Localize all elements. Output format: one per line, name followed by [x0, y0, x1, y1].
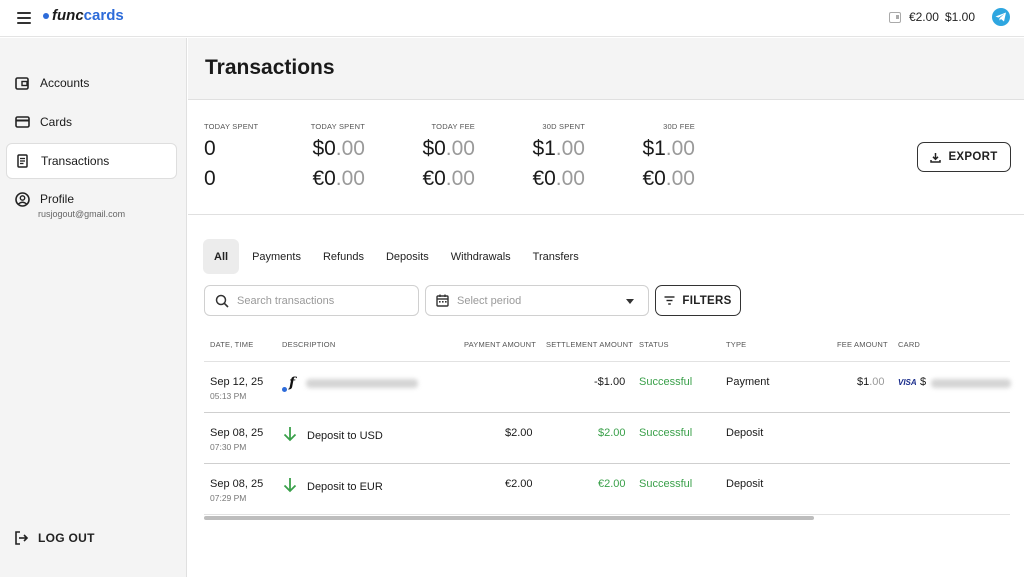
balance-usd: $1.00 — [944, 10, 975, 24]
page-title: Transactions — [205, 56, 335, 79]
row-time: 07:29 PM — [210, 493, 247, 503]
sidebar-item-accounts[interactable]: Accounts — [6, 65, 177, 101]
credit-card-icon — [14, 114, 30, 130]
wallet-icon — [14, 75, 30, 91]
logo[interactable]: funccards — [43, 7, 124, 24]
row-payment-amount: €2.00 — [505, 478, 533, 490]
user-circle-icon — [14, 191, 30, 207]
sidebar-item-label: Profile — [40, 192, 75, 206]
row-date: Sep 08, 25 — [210, 478, 264, 490]
logout-button[interactable]: LOG OUT — [14, 531, 95, 545]
tab-refunds[interactable]: Refunds — [312, 239, 375, 274]
arrow-down-icon — [283, 478, 297, 493]
column-header-status: STATUS — [639, 340, 669, 349]
row-status: Successful — [639, 478, 693, 490]
balance-eur: €2.00 — [908, 10, 939, 24]
search-input[interactable] — [237, 294, 397, 307]
balance-display: €2.00 $1.00 — [888, 10, 975, 24]
period-select[interactable] — [425, 285, 649, 316]
column-header-date: DATE, TIME — [210, 340, 254, 349]
divider — [204, 412, 1010, 413]
row-fee-amount: $1.00 — [857, 376, 885, 388]
logout-label: LOG OUT — [38, 531, 95, 545]
sidebar-item-cards[interactable]: Cards — [6, 104, 177, 140]
row-type: Deposit — [726, 478, 764, 490]
filters-button[interactable]: FILTERS — [655, 285, 741, 316]
arrow-down-icon — [283, 427, 297, 442]
download-icon — [930, 152, 942, 163]
funccards-logo-icon: f — [282, 375, 295, 392]
redacted-description — [306, 379, 418, 388]
telegram-icon[interactable] — [992, 8, 1010, 26]
chevron-down-icon — [626, 299, 634, 304]
divider — [204, 514, 1010, 515]
stat-30d-fee: 30D FEE $1.00 €0.00 — [642, 122, 695, 190]
redacted-card — [931, 379, 1011, 388]
row-type: Deposit — [726, 427, 764, 439]
sidebar: Accounts Cards Transactions Profile rusj… — [0, 38, 187, 577]
search-box — [204, 285, 419, 316]
column-header-fee-amount: FEE AMOUNT — [837, 340, 888, 349]
transaction-tabs: All Payments Refunds Deposits Withdrawal… — [203, 239, 590, 274]
export-button[interactable]: EXPORT — [917, 142, 1011, 172]
row-status: Successful — [639, 376, 693, 388]
visa-icon: VISA — [898, 378, 917, 387]
column-header-description: DESCRIPTION — [282, 340, 336, 349]
sidebar-item-transactions[interactable]: Transactions — [6, 143, 177, 179]
tab-all[interactable]: All — [203, 239, 240, 274]
row-settlement-amount: $2.00 — [598, 427, 626, 439]
tab-withdrawals[interactable]: Withdrawals — [440, 239, 522, 274]
stat-today-fee: TODAY FEE $0.00 €0.00 — [422, 122, 475, 190]
row-card-prefix: $ — [920, 376, 927, 388]
row-type: Payment — [726, 376, 770, 388]
tab-transfers[interactable]: Transfers — [522, 239, 590, 274]
sidebar-item-label: Transactions — [41, 154, 110, 168]
receipt-icon — [15, 153, 31, 169]
row-time: 07:30 PM — [210, 442, 247, 452]
column-header-settlement-amount: SETTLEMENT AMOUNT — [546, 340, 634, 349]
export-label: EXPORT — [948, 151, 998, 163]
menu-icon[interactable] — [17, 12, 31, 24]
horizontal-scrollbar[interactable] — [204, 516, 814, 520]
tab-payments[interactable]: Payments — [241, 239, 312, 274]
column-header-card: CARD — [898, 340, 921, 349]
top-bar: funccards €2.00 $1.00 — [0, 0, 1024, 37]
divider — [204, 361, 1010, 362]
row-time: 05:13 PM — [210, 391, 247, 401]
sidebar-item-label: Cards — [40, 115, 73, 129]
divider — [204, 463, 1010, 464]
row-payment-amount: $2.00 — [505, 427, 533, 439]
row-settlement-amount: -$1.00 — [594, 376, 626, 388]
column-header-payment-amount: PAYMENT AMOUNT — [464, 340, 536, 349]
row-description: Deposit to USD — [307, 430, 383, 442]
calendar-icon — [436, 294, 449, 307]
row-date: Sep 08, 25 — [210, 427, 264, 439]
profile-email: rusjogout@gmail.com — [38, 209, 126, 219]
wallet-icon — [888, 11, 901, 23]
stat-today-spent-count: TODAY SPENT 0 0 — [204, 122, 259, 190]
filter-icon — [664, 296, 675, 305]
search-icon — [215, 294, 229, 308]
logout-icon — [15, 531, 29, 545]
sidebar-item-label: Accounts — [40, 76, 90, 90]
stats-panel: TODAY SPENT 0 0 TODAY SPENT $0.00 €0.00 … — [188, 101, 1024, 215]
stat-30d-spent: 30D SPENT $1.00 €0.00 — [532, 122, 585, 190]
stat-today-spent: TODAY SPENT $0.00 €0.00 — [310, 122, 365, 190]
period-input[interactable] — [457, 294, 617, 307]
row-date: Sep 12, 25 — [210, 376, 264, 388]
page-header: Transactions — [188, 38, 1024, 100]
tab-deposits[interactable]: Deposits — [375, 239, 440, 274]
row-description: Deposit to EUR — [307, 481, 383, 493]
row-settlement-amount: €2.00 — [598, 478, 626, 490]
row-status: Successful — [639, 427, 693, 439]
filters-label: FILTERS — [682, 294, 732, 307]
column-header-type: TYPE — [726, 340, 747, 349]
